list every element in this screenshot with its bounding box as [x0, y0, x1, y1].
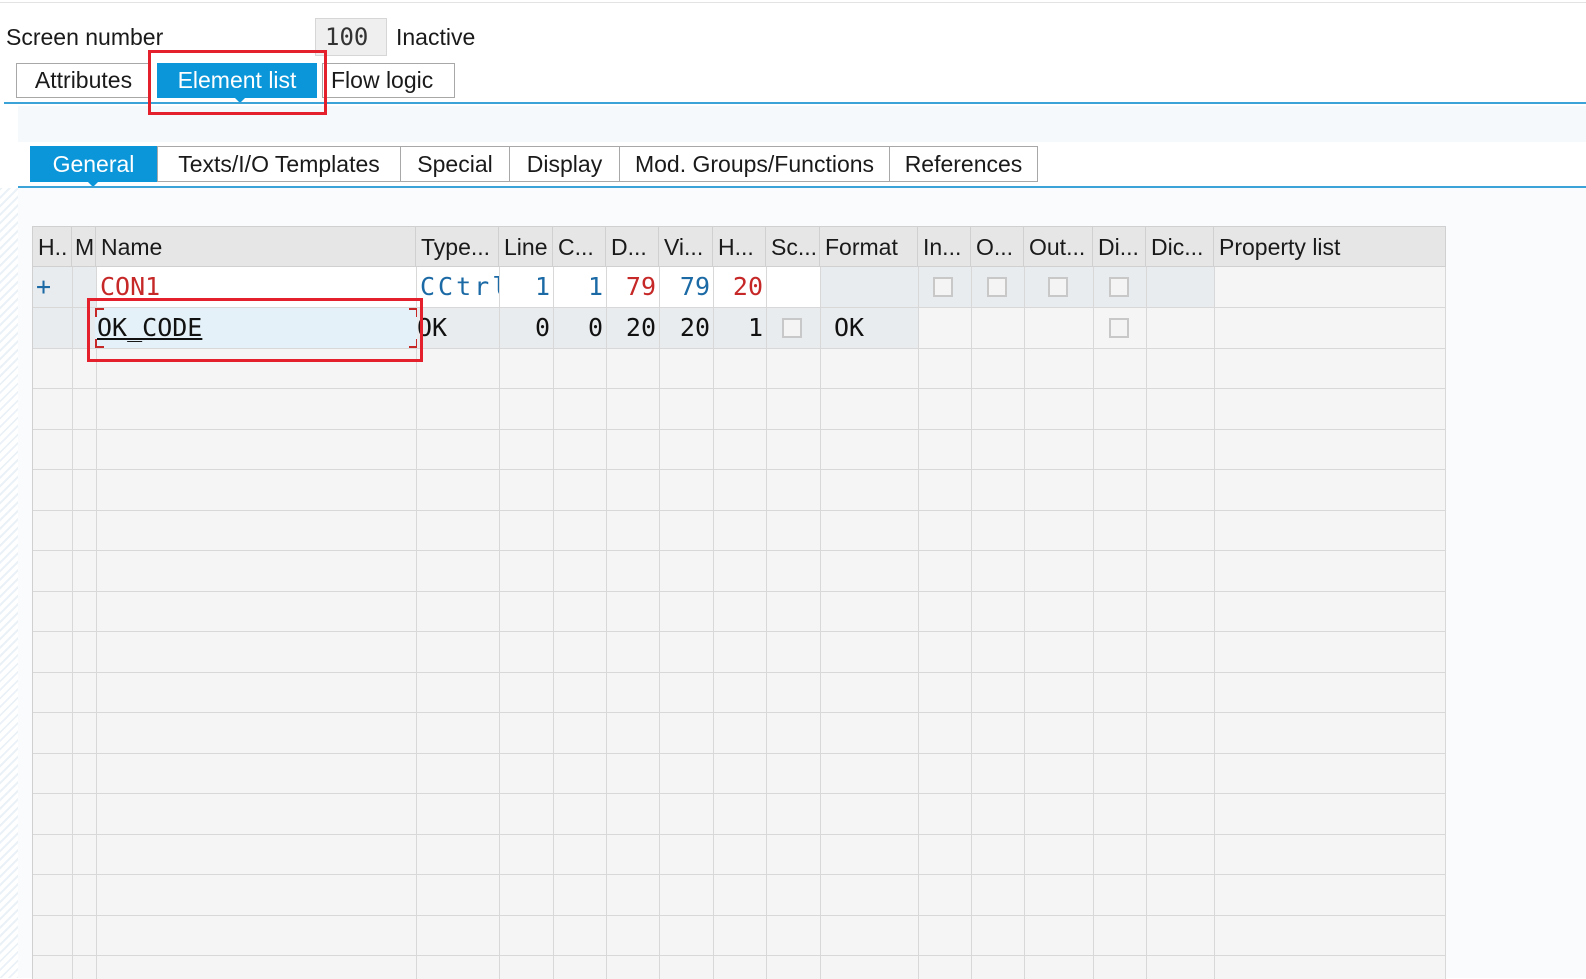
screen-number-field[interactable]: 100 [315, 18, 387, 56]
row2-column-cell[interactable]: 0 [554, 308, 606, 348]
row2-format-cell[interactable]: OK [821, 308, 918, 348]
row2-scroll-checkbox[interactable] [782, 318, 802, 338]
screen-number-label: Screen number [6, 24, 164, 50]
row1-height-cell[interactable]: 20 [714, 267, 766, 307]
grid-line [1146, 267, 1147, 979]
col-header-m[interactable]: M [72, 227, 96, 267]
left-margin-pattern [0, 188, 18, 978]
grid-line [820, 267, 821, 979]
row2-name-input[interactable]: OK_CODE [95, 308, 418, 348]
row1-input-checkbox[interactable] [933, 277, 953, 297]
col-header-input[interactable]: In... [918, 227, 971, 267]
col-header-column[interactable]: C... [553, 227, 606, 267]
subtab-references[interactable]: References [889, 146, 1038, 182]
grid-line [33, 429, 1446, 430]
tab-attributes[interactable]: Attributes [16, 63, 151, 98]
row2-hierarchy-cell[interactable] [33, 308, 72, 348]
grid-line [33, 388, 1446, 389]
grid-line [33, 510, 1446, 511]
edit-bracket [95, 308, 104, 317]
grid-line [606, 267, 607, 979]
col-header-line[interactable]: Line [499, 227, 553, 267]
row1-output-checkbox[interactable] [987, 277, 1007, 297]
col-header-name[interactable]: Name [96, 227, 416, 267]
row2-deflen-cell[interactable]: 20 [607, 308, 659, 348]
row2-dict-checkbox[interactable] [1109, 318, 1129, 338]
row2-height-cell[interactable]: 1 [714, 308, 766, 348]
subtab-general[interactable]: General [30, 146, 157, 182]
col-header-output-only[interactable]: Out... [1024, 227, 1093, 267]
grid-line [766, 267, 767, 979]
col-header-type[interactable]: Type... [416, 227, 499, 267]
edit-bracket [95, 339, 104, 348]
row1-scroll-cell [767, 267, 820, 307]
row1-dict-checkbox[interactable] [1109, 277, 1129, 297]
grid-line [918, 267, 919, 979]
row1-name-cell[interactable]: CON1 [97, 267, 416, 307]
grid-line [1445, 267, 1446, 979]
col-header-scroll[interactable]: Sc... [766, 227, 820, 267]
row1-format-cell[interactable] [821, 267, 918, 307]
grid-line [713, 267, 714, 979]
grid-line [971, 267, 972, 979]
grid-line [33, 550, 1446, 551]
element-list-table: H.. M Name Type... Line C... D... Vi... … [32, 226, 1446, 979]
row1-dict-field-cell [1147, 267, 1214, 307]
col-header-deflen[interactable]: D... [606, 227, 659, 267]
tab-content-band [18, 106, 1586, 142]
grid-line [33, 631, 1446, 632]
grid-line [33, 793, 1446, 794]
row2-type-cell[interactable]: OK [417, 308, 499, 348]
grid-line [72, 267, 73, 979]
subtab-special[interactable]: Special [400, 146, 510, 182]
screen-status: Inactive [396, 24, 476, 50]
grid-line [1214, 267, 1215, 979]
tab-element-list-label: Element list [177, 67, 297, 93]
main-tab-divider [4, 102, 1586, 104]
row2-line-cell[interactable]: 0 [500, 308, 553, 348]
grid-line [33, 834, 1446, 835]
grid-line [33, 672, 1446, 673]
grid-line [33, 712, 1446, 713]
row1-deflen-cell[interactable]: 79 [607, 267, 659, 307]
grid-line [33, 874, 1446, 875]
row1-line-cell[interactable]: 1 [500, 267, 553, 307]
grid-line [33, 591, 1446, 592]
row1-output-only-checkbox[interactable] [1048, 277, 1068, 297]
grid-line [33, 955, 1446, 956]
row1-vislen-cell[interactable]: 79 [660, 267, 713, 307]
row2-vislen-cell[interactable]: 20 [660, 308, 713, 348]
grid-line [33, 348, 1446, 349]
grid-line [33, 915, 1446, 916]
tab-flow-logic[interactable]: Flow logic [322, 63, 455, 98]
col-header-height[interactable]: H... [713, 227, 766, 267]
col-header-dict[interactable]: Di... [1093, 227, 1146, 267]
col-header-dict-field[interactable]: Dic... [1146, 227, 1214, 267]
grid-line [416, 267, 417, 979]
row2-modif-cell[interactable] [73, 308, 96, 348]
row1-hierarchy-cell[interactable]: + [33, 267, 72, 307]
row1-column-cell[interactable]: 1 [554, 267, 606, 307]
grid-line [499, 267, 500, 979]
col-header-output[interactable]: O... [971, 227, 1024, 267]
grid-line [33, 753, 1446, 754]
grid-line [1024, 267, 1025, 979]
tab-element-list[interactable]: Element list [157, 63, 317, 98]
col-header-format[interactable]: Format [820, 227, 918, 267]
row1-modif-cell[interactable] [73, 267, 96, 307]
row1-type-cell[interactable]: CCtrl [417, 267, 499, 307]
top-divider [0, 2, 1586, 3]
subtab-texts-io-templates[interactable]: Texts/I/O Templates [157, 146, 401, 182]
col-header-property-list[interactable]: Property list [1214, 227, 1446, 267]
grid-line [33, 469, 1446, 470]
subtab-display[interactable]: Display [509, 146, 620, 182]
col-header-h[interactable]: H.. [33, 227, 72, 267]
grid-line [659, 267, 660, 979]
col-header-vislen[interactable]: Vi... [659, 227, 713, 267]
grid-line [553, 267, 554, 979]
grid-line [1093, 267, 1094, 979]
grid-line [96, 267, 97, 979]
subtab-mod-groups-functions[interactable]: Mod. Groups/Functions [619, 146, 890, 182]
